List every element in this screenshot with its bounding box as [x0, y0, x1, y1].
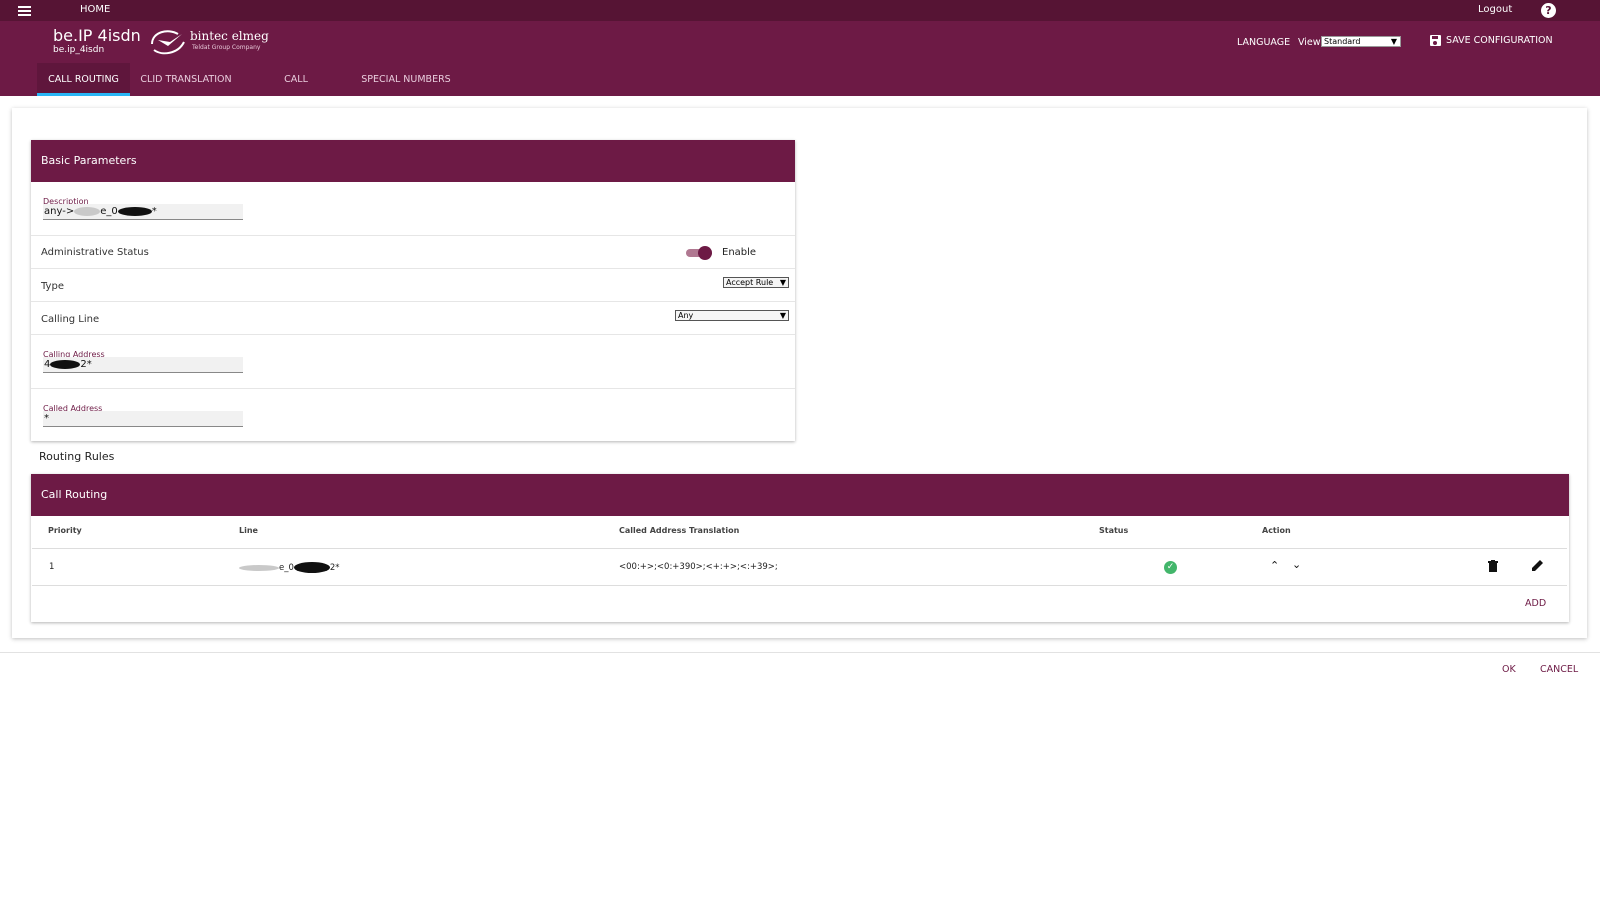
- view-select-value: Standard: [1324, 37, 1361, 46]
- line-text-prefix: e_0: [279, 563, 294, 573]
- save-configuration-label: SAVE CONFIGURATION: [1446, 35, 1553, 46]
- view-label: View: [1298, 37, 1321, 48]
- type-label: Type: [41, 281, 64, 292]
- admin-status-value: Enable: [722, 247, 757, 258]
- call-routing-card: Call Routing Priority Line Called Addres…: [31, 474, 1569, 622]
- translation-cell: <00:+>;<0:+390>;<+:+>;<:+39>;: [619, 562, 778, 572]
- tab-special-numbers[interactable]: SPECIAL NUMBERS: [360, 63, 452, 96]
- description-text-suffix: *: [151, 206, 157, 217]
- help-icon[interactable]: ?: [1541, 3, 1556, 18]
- tab-call-translation[interactable]: CALL TRANSLATION: [250, 63, 342, 118]
- type-row: Type Accept Rule ▼: [31, 269, 795, 302]
- dropdown-arrow-icon: ▼: [1390, 37, 1397, 46]
- basic-parameters-title: Basic Parameters: [31, 140, 795, 182]
- calling-line-label: Calling Line: [41, 314, 100, 325]
- basic-parameters-card: Basic Parameters Description any-> e_0 * A…: [31, 140, 795, 441]
- save-configuration-button[interactable]: SAVE CONFIGURATION: [1430, 35, 1553, 46]
- footer-divider: [0, 652, 1600, 653]
- home-link[interactable]: HOME: [80, 4, 110, 15]
- move-up-icon[interactable]: ⌃: [1270, 559, 1279, 572]
- brand-logo: bintec elmeg Teldat Group Company: [148, 26, 269, 58]
- trash-icon[interactable]: [1488, 560, 1498, 575]
- header: be.IP 4isdn be.ip_4isdn bintec elmeg Tel…: [0, 21, 1600, 118]
- check-circle-icon: ✓: [1164, 561, 1177, 574]
- column-header-priority: Priority: [48, 526, 82, 535]
- line-text-suffix: 2*: [329, 563, 340, 573]
- calling-address-field[interactable]: 4 2*: [43, 357, 243, 373]
- admin-status-label: Administrative Status: [41, 247, 149, 258]
- brand-name: bintec elmeg: [190, 29, 269, 43]
- move-down-icon[interactable]: ⌄: [1292, 558, 1301, 571]
- floppy-disk-icon: [1430, 35, 1441, 46]
- called-address-row: Called Address *: [31, 389, 795, 441]
- redacted-mark: [239, 564, 279, 571]
- add-button[interactable]: ADD: [1525, 598, 1546, 609]
- pencil-icon-graphic: [1532, 560, 1543, 571]
- description-text-prefix: any->: [44, 206, 75, 217]
- type-select[interactable]: Accept Rule ▼: [723, 277, 789, 288]
- routing-rules-title: Routing Rules: [39, 450, 115, 463]
- admin-status-row: Administrative Status Enable: [31, 236, 795, 269]
- column-header-translation: Called Address Translation: [619, 526, 740, 535]
- view-select[interactable]: Standard ▼: [1321, 36, 1401, 47]
- calling-line-row: Calling Line Any ▼: [31, 302, 795, 335]
- called-address-field[interactable]: *: [43, 411, 243, 427]
- device-name: be.IP 4isdn: [53, 26, 141, 45]
- type-select-value: Accept Rule: [726, 278, 774, 287]
- calling-line-select[interactable]: Any ▼: [675, 310, 789, 321]
- menu-icon[interactable]: [18, 6, 31, 16]
- logout-link[interactable]: Logout: [1478, 4, 1512, 15]
- description-text-mid: e_0: [100, 206, 118, 217]
- column-header-line: Line: [239, 526, 258, 535]
- line-cell: e_0 2*: [239, 562, 340, 573]
- brand-subtitle: Teldat Group Company: [192, 44, 261, 51]
- dropdown-arrow-icon: ▼: [779, 311, 786, 320]
- pencil-edit-icon[interactable]: [1531, 559, 1544, 575]
- table-row: 1 e_0 2* <00:+>;<0:+390>;<+:+>;<:+39>; ✓ …: [32, 548, 1567, 586]
- redacted-mark: [117, 206, 152, 216]
- top-bar: HOME Logout ?: [0, 0, 1600, 21]
- priority-cell: 1: [49, 562, 55, 572]
- calling-line-select-value: Any: [678, 311, 694, 320]
- description-row: Description any-> e_0 *: [31, 182, 795, 236]
- description-field[interactable]: any-> e_0 *: [43, 204, 243, 220]
- column-header-action: Action: [1262, 526, 1291, 535]
- ok-button[interactable]: OK: [1502, 664, 1516, 675]
- tab-clid-translation[interactable]: CLID TRANSLATION: [140, 63, 232, 96]
- toggle-knob: [698, 246, 712, 260]
- bird-logo-icon: [151, 30, 185, 55]
- column-header-status: Status: [1099, 526, 1129, 535]
- call-routing-title: Call Routing: [31, 474, 1569, 516]
- language-menu[interactable]: LANGUAGE: [1237, 37, 1290, 48]
- cancel-button[interactable]: CANCEL: [1540, 664, 1578, 675]
- redacted-mark: [74, 206, 101, 216]
- calling-address-row: Calling Address 4 2*: [31, 335, 795, 389]
- calling-address-text-suffix: 2*: [80, 359, 92, 370]
- redacted-mark: [50, 359, 81, 369]
- dropdown-arrow-icon: ▼: [779, 278, 786, 287]
- redacted-mark: [293, 562, 330, 573]
- device-host: be.ip_4isdn: [53, 45, 105, 55]
- admin-status-toggle[interactable]: [686, 246, 712, 260]
- trash-icon-graphic: [1488, 560, 1498, 572]
- tab-call-routing[interactable]: CALL ROUTING: [37, 63, 130, 96]
